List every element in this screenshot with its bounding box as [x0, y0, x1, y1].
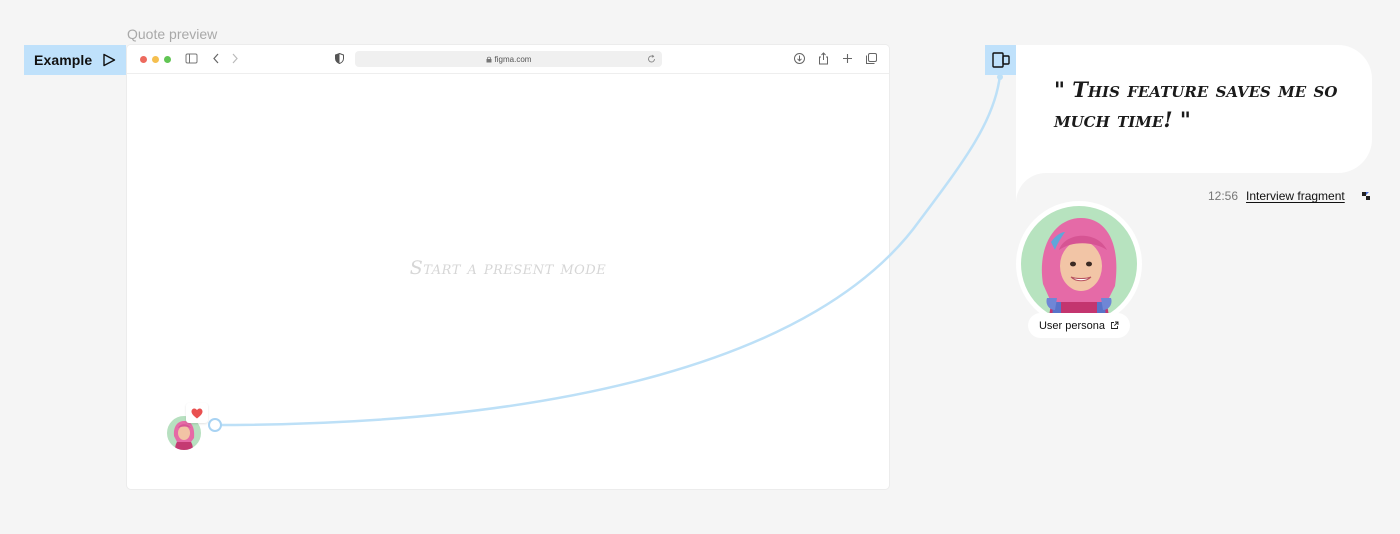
persona-avatar[interactable]	[1016, 201, 1142, 327]
bubble-tail	[1016, 173, 1056, 203]
device-icon	[991, 52, 1010, 68]
app-logo-icon	[1362, 192, 1370, 200]
heart-icon	[191, 408, 203, 418]
interview-fragment-link[interactable]: Interview fragment	[1246, 189, 1345, 203]
external-link-icon	[1111, 321, 1119, 329]
quote-meta: 12:56 Interview fragment	[1208, 189, 1345, 203]
memoji-persona-icon	[1041, 218, 1117, 322]
quote-text: " This feature saves me so much time! "	[1054, 77, 1338, 132]
connector-handle[interactable]	[208, 418, 222, 432]
user-persona-link[interactable]: User persona	[1028, 313, 1130, 338]
quote-bubble: " This feature saves me so much time! "	[1016, 45, 1372, 173]
device-toggle-button[interactable]	[985, 45, 1016, 75]
reaction-badge[interactable]	[186, 403, 208, 423]
quote-timestamp: 12:56	[1208, 189, 1239, 203]
persona-label: User persona	[1038, 319, 1106, 332]
